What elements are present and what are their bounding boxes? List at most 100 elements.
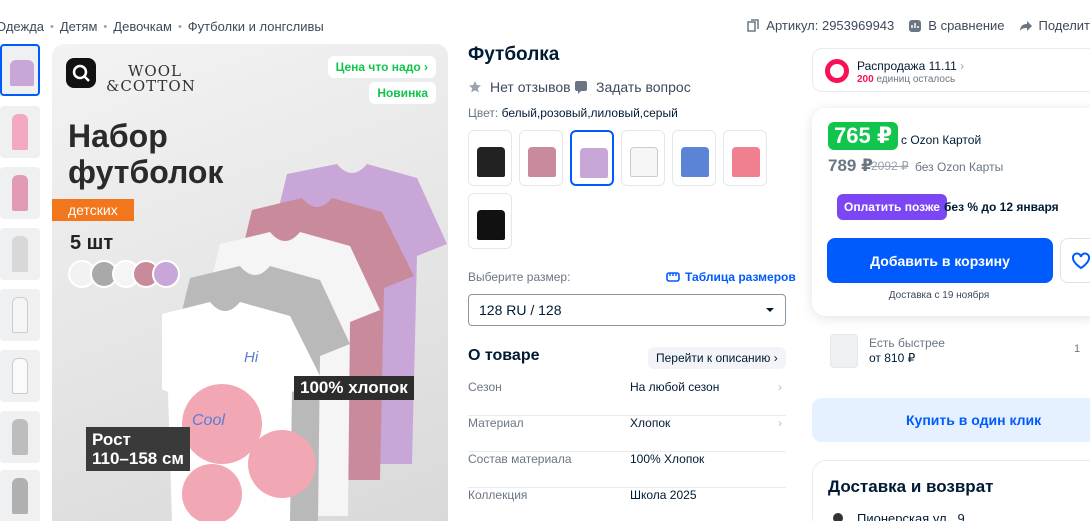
- gallery-thumbnail[interactable]: [0, 167, 40, 219]
- brand-logo: WOOL &COTTON: [106, 64, 196, 94]
- size-table-label: Таблица размеров: [685, 270, 796, 284]
- price-tag-badge[interactable]: Цена что надо ›: [327, 56, 436, 78]
- spec-row[interactable]: Сезон На любой сезон ›: [468, 380, 786, 416]
- headline-line: Набор: [68, 118, 168, 154]
- spec-key: Коллекция: [468, 488, 528, 502]
- reviews-label: Нет отзывов: [490, 79, 571, 95]
- thumbnail-image: [12, 175, 28, 211]
- pay-later-button[interactable]: Оплатить позже: [837, 194, 947, 220]
- height-label: Рост 110–158 см: [86, 427, 190, 471]
- size-table-link[interactable]: Таблица размеров: [666, 270, 796, 284]
- goto-description-label: Перейти к описанию: [656, 351, 771, 365]
- regular-price-note: без Ozon Карты: [915, 160, 1004, 174]
- main-product-image[interactable]: WOOL &COTTON Цена что надо › Новинка Наб…: [52, 44, 448, 521]
- sale-ring-icon: [825, 59, 849, 83]
- share-button[interactable]: Поделит: [1019, 18, 1090, 33]
- breadcrumb: Одежда • Детям • Девочкам • Футболки и л…: [0, 19, 324, 34]
- thumbnail-image: [10, 60, 34, 86]
- article-copy[interactable]: Артикул: 2953969943: [746, 18, 894, 33]
- copy-icon: [747, 18, 760, 32]
- ask-question-link[interactable]: Задать вопрос: [574, 79, 691, 95]
- spec-value: Хлопок: [630, 416, 671, 430]
- breadcrumb-item[interactable]: Детям: [60, 19, 98, 34]
- breadcrumb-separator: •: [177, 20, 182, 33]
- delivery-address[interactable]: Пионерская ул., 9: [857, 511, 965, 521]
- old-price: 2092 ₽: [871, 159, 909, 173]
- size-label: Выберите размер:: [468, 270, 571, 284]
- chevron-right-icon: ›: [778, 380, 782, 394]
- gallery-thumbnail[interactable]: [0, 289, 40, 341]
- variant-image: [580, 148, 608, 178]
- sale-count-note: единиц осталось: [876, 74, 956, 85]
- gallery-thumbnail[interactable]: [0, 470, 40, 521]
- faster-offer-label: Есть быстрее: [869, 336, 945, 350]
- ozon-card-price: 765 ₽: [828, 122, 899, 150]
- ask-label: Задать вопрос: [596, 79, 691, 95]
- gallery-thumbnail[interactable]: [0, 350, 40, 402]
- chat-icon: [575, 81, 587, 94]
- spec-row[interactable]: Материал Хлопок ›: [468, 416, 786, 452]
- color-variant[interactable]: [570, 130, 614, 186]
- faster-offer[interactable]: Есть быстрее от 810 ₽ 1: [812, 326, 1090, 380]
- sale-title: Распродажа 11.11 ›: [857, 59, 965, 73]
- height-line: 110–158 см: [92, 449, 184, 468]
- gallery-thumbnail[interactable]: [0, 411, 40, 463]
- breadcrumb-item[interactable]: Девочкам: [113, 19, 172, 34]
- faster-offer-count: 1: [1074, 343, 1081, 355]
- size-select[interactable]: 128 RU / 128: [468, 294, 786, 326]
- thumbnail-image: [12, 114, 28, 150]
- spec-row: Состав материала 100% Хлопок: [468, 452, 786, 488]
- spec-value: На любой сезон: [630, 380, 720, 394]
- compare-button[interactable]: В сравнение: [908, 18, 1005, 33]
- sale-title-text: Распродажа 11.11: [857, 59, 957, 73]
- color-dot: [152, 260, 180, 288]
- shirt-print-text: Hi: [244, 349, 259, 366]
- add-to-cart-button[interactable]: Добавить в корзину: [827, 238, 1053, 283]
- spec-key: Материал: [468, 416, 524, 430]
- thumbnail-image: [12, 478, 28, 514]
- thumbnail-image: [12, 358, 28, 394]
- gallery-thumbnail[interactable]: [0, 106, 40, 158]
- pay-later-note: без % до 12 января: [944, 200, 1059, 214]
- spec-value: Школа 2025: [630, 488, 697, 502]
- color-variant[interactable]: [672, 130, 716, 186]
- brand-line: &COTTON: [106, 77, 196, 95]
- gallery-thumbnail[interactable]: [0, 44, 40, 96]
- promo-kids-label: детских: [52, 199, 134, 221]
- regular-price: 789 ₽: [828, 156, 873, 175]
- sale-count: 200: [857, 74, 874, 85]
- offer-thumbnail: [830, 334, 858, 368]
- breadcrumb-item[interactable]: Футболки и лонгсливы: [188, 19, 324, 34]
- cotton-label: 100% хлопок: [294, 376, 414, 400]
- color-variant[interactable]: [723, 130, 767, 186]
- reviews-link[interactable]: Нет отзывов: [468, 79, 571, 95]
- color-variant[interactable]: [468, 193, 512, 249]
- sale-stock: 200 единиц осталось: [857, 74, 955, 85]
- goto-description-button[interactable]: Перейти к описанию ›: [648, 347, 786, 369]
- heart-icon: [1072, 252, 1090, 269]
- price-tag-label: Цена что надо: [335, 60, 421, 74]
- delivery-date: Доставка с 19 ноября: [888, 290, 990, 301]
- faster-offer-price: от 810 ₽: [869, 351, 916, 365]
- color-variant[interactable]: [519, 130, 563, 186]
- breadcrumb-item[interactable]: Одежда: [0, 19, 44, 34]
- color-variant[interactable]: [468, 130, 512, 186]
- price-card: 765 ₽ с Ozon Картой 789 ₽ 2092 ₽ без Ozo…: [812, 108, 1090, 316]
- spec-value: 100% Хлопок: [630, 452, 705, 466]
- variant-image: [477, 210, 505, 240]
- sale-banner[interactable]: Распродажа 11.11 › 200 единиц осталось: [812, 48, 1090, 92]
- gallery-thumbnail[interactable]: [0, 228, 40, 280]
- thumbnail-image: [12, 419, 28, 455]
- favorite-button[interactable]: [1060, 238, 1090, 283]
- buy-one-click-button[interactable]: Купить в один клик: [812, 398, 1090, 442]
- share-icon: [1019, 20, 1032, 31]
- article-number: Артикул: 2953969943: [766, 18, 895, 33]
- thumbnail-image: [12, 236, 28, 272]
- compare-label: В сравнение: [928, 18, 1005, 33]
- color-variant[interactable]: [621, 130, 665, 186]
- image-search-icon[interactable]: [66, 58, 96, 88]
- color-value: белый,розовый,лиловый,серый: [501, 106, 678, 120]
- headline-line: футболок: [68, 154, 224, 190]
- spec-row: Коллекция Школа 2025: [468, 488, 786, 521]
- compare-icon: [909, 19, 922, 32]
